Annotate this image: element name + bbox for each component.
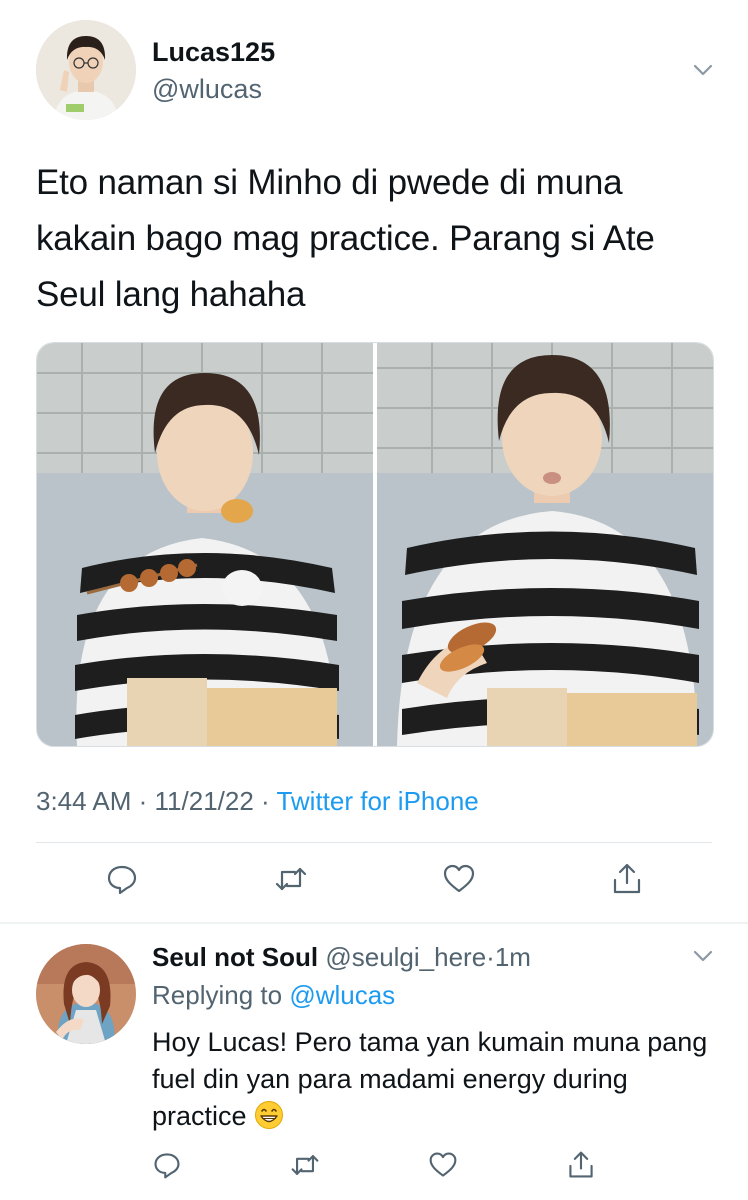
divider <box>36 842 712 843</box>
user-handle[interactable]: @wlucas <box>152 74 262 105</box>
share-icon[interactable] <box>610 862 644 896</box>
tweet-time[interactable]: 3:44 AM <box>36 786 131 816</box>
heart-icon[interactable] <box>442 862 476 896</box>
reply-action-bar <box>0 1150 748 1190</box>
chevron-down-icon[interactable] <box>690 60 716 80</box>
share-icon[interactable] <box>566 1150 596 1180</box>
avatar[interactable] <box>36 20 136 120</box>
meta-separator: · <box>253 786 277 816</box>
tweet-photo[interactable] <box>377 343 713 746</box>
reply-header: Seul not Soul @seulgi_here·1m <box>152 942 531 973</box>
tweet-text: Eto naman si Minho di pwede di muna kaka… <box>36 163 655 314</box>
grinning-face-icon <box>254 1100 284 1130</box>
meta-separator: · <box>131 786 155 816</box>
main-action-bar <box>0 862 748 902</box>
tweet-date[interactable]: 11/21/22 <box>155 786 254 816</box>
tweet-photo[interactable] <box>37 343 373 746</box>
reply-body: Hoy Lucas! Pero tama yan kumain muna pan… <box>152 1027 708 1131</box>
chevron-down-icon[interactable] <box>690 946 716 966</box>
reply-icon[interactable] <box>105 862 139 896</box>
display-name[interactable]: Lucas125 <box>152 37 275 68</box>
tweet-meta: 3:44 AM · 11/21/22 · Twitter for iPhone <box>36 786 479 817</box>
replying-to: Replying to @wlucas <box>152 980 395 1011</box>
heart-icon[interactable] <box>428 1150 458 1180</box>
retweet-icon[interactable] <box>274 862 308 896</box>
user-handle[interactable]: @seulgi_here <box>325 942 486 972</box>
replying-to-label: Replying to <box>152 980 283 1010</box>
avatar[interactable] <box>36 944 136 1044</box>
tweet-text: Hoy Lucas! Pero tama yan kumain muna pan… <box>152 1024 712 1135</box>
reply-icon[interactable] <box>152 1150 182 1180</box>
divider <box>0 922 748 924</box>
tweet-time[interactable]: 1m <box>495 942 531 972</box>
retweet-icon[interactable] <box>290 1150 320 1180</box>
media-grid <box>36 342 714 747</box>
meta-separator: · <box>486 942 495 972</box>
tweet-source[interactable]: Twitter for iPhone <box>276 786 478 816</box>
display-name[interactable]: Seul not Soul <box>152 942 318 972</box>
main-tweet: Lucas125 @wlucas Eto naman si Minho di p… <box>0 0 748 922</box>
mention-link[interactable]: @wlucas <box>289 980 395 1010</box>
